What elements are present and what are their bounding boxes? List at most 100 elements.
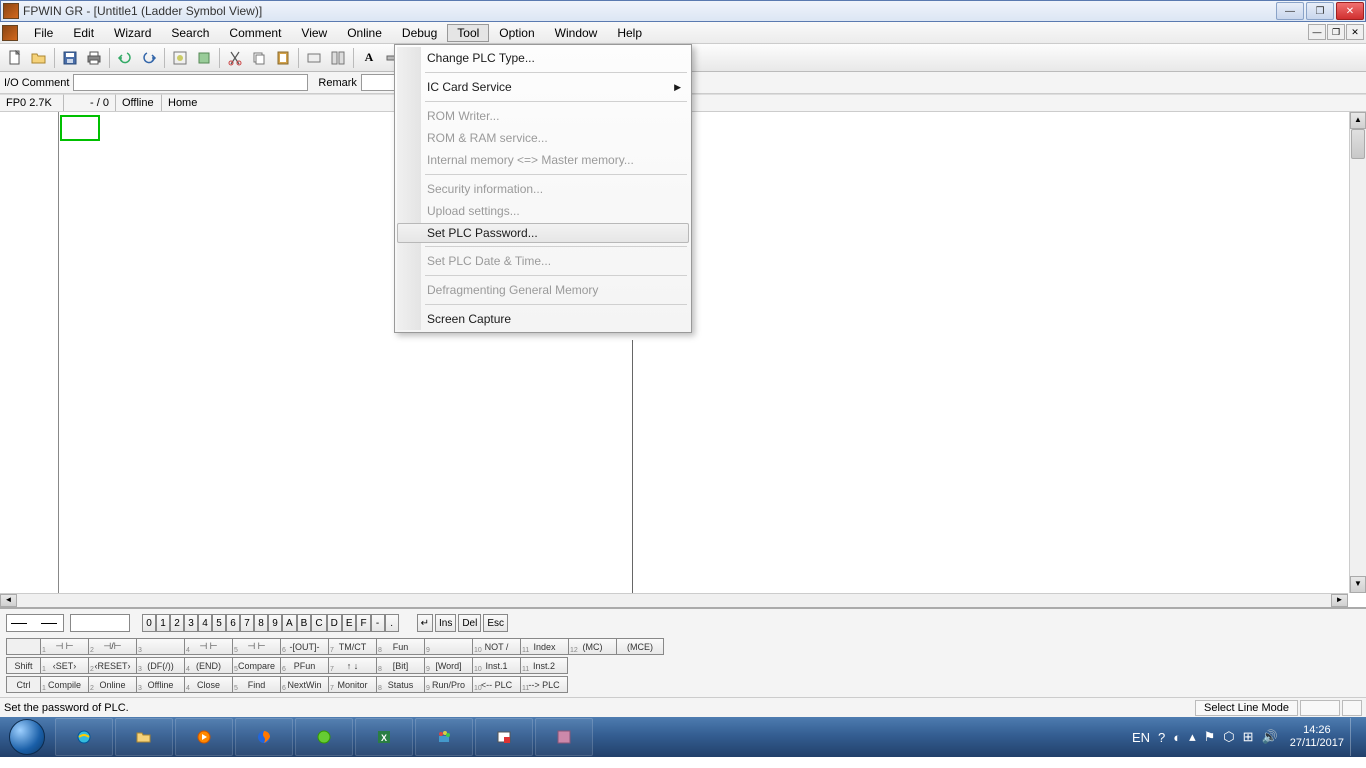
tray-icon-1[interactable]: ◐ xyxy=(1173,730,1181,745)
key-8[interactable]: 8 xyxy=(254,614,268,632)
fkey-cell[interactable]: Monitor7 xyxy=(328,676,376,693)
fkey-cell[interactable]: (DF(/))3 xyxy=(136,657,184,674)
taskbar-wmp[interactable] xyxy=(175,718,233,756)
key-0[interactable]: 0 xyxy=(142,614,156,632)
key-C[interactable]: C xyxy=(311,614,326,632)
fkey-cell[interactable]: ‹SET›1 xyxy=(40,657,88,674)
fkey-cell[interactable]: Find5 xyxy=(232,676,280,693)
fkey-cell[interactable]: (MCE) xyxy=(616,638,664,655)
fkey-cell[interactable]: ⊣ ⊢5 xyxy=(232,638,280,655)
scroll-right-icon[interactable]: ► xyxy=(1331,594,1348,607)
esc-key[interactable]: Esc xyxy=(483,614,508,632)
fkey-cell[interactable]: ⊣/⊢2 xyxy=(88,638,136,655)
menu-file[interactable]: File xyxy=(24,24,63,42)
fkey-cell[interactable]: ⊣ ⊢4 xyxy=(184,638,232,655)
show-desktop-button[interactable] xyxy=(1350,718,1360,756)
scroll-down-icon[interactable]: ▼ xyxy=(1350,576,1366,593)
fkey-cell[interactable]: ↑ ↓7 xyxy=(328,657,376,674)
menu-wizard[interactable]: Wizard xyxy=(104,24,161,42)
key-3[interactable]: 3 xyxy=(184,614,198,632)
fkey-cell[interactable]: TM/CT7 xyxy=(328,638,376,655)
cut-icon[interactable] xyxy=(224,47,246,69)
fkey-cell[interactable]: <-- PLC10 xyxy=(472,676,520,693)
fkey-cell[interactable]: [Word]9 xyxy=(424,657,472,674)
save-icon[interactable] xyxy=(59,47,81,69)
lang-indicator[interactable]: EN xyxy=(1132,730,1150,745)
menu-comment[interactable]: Comment xyxy=(219,24,291,42)
mdi-minimize-button[interactable]: — xyxy=(1308,24,1326,40)
tool-b-icon[interactable] xyxy=(193,47,215,69)
menu-window[interactable]: Window xyxy=(545,24,608,42)
menu-option[interactable]: Option xyxy=(489,24,544,42)
start-button[interactable] xyxy=(0,717,54,757)
fkey-cell[interactable]: -[OUT]-6 xyxy=(280,638,328,655)
scroll-up-icon[interactable]: ▲ xyxy=(1350,112,1366,129)
key-6[interactable]: 6 xyxy=(226,614,240,632)
menu-search[interactable]: Search xyxy=(161,24,219,42)
enter-key[interactable]: ↵ xyxy=(417,614,433,632)
key-F[interactable]: F xyxy=(356,614,370,632)
network-tray-icon[interactable]: ⊞ xyxy=(1243,729,1254,745)
fkey-cell[interactable]: Inst.211 xyxy=(520,657,568,674)
open-icon[interactable] xyxy=(28,47,50,69)
menu-tool[interactable]: Tool xyxy=(447,24,489,42)
fkey-cell[interactable]: Status8 xyxy=(376,676,424,693)
taskbar-fpwin[interactable] xyxy=(535,718,593,756)
mdi-close-button[interactable]: ✕ xyxy=(1346,24,1364,40)
fkey-cell[interactable]: (MC)12 xyxy=(568,638,616,655)
key-.[interactable]: . xyxy=(385,614,399,632)
copy-icon[interactable] xyxy=(248,47,270,69)
tray-icon-2[interactable]: ⬡ xyxy=(1223,729,1234,745)
taskbar-app1[interactable] xyxy=(295,718,353,756)
tool-c-icon[interactable] xyxy=(303,47,325,69)
taskbar-ie[interactable] xyxy=(55,718,113,756)
tool-a-icon[interactable] xyxy=(169,47,191,69)
symbol-input[interactable] xyxy=(70,614,130,632)
fkey-cell[interactable]: Fun8 xyxy=(376,638,424,655)
fkey-cell[interactable]: Compile1 xyxy=(40,676,88,693)
ladder-canvas[interactable] xyxy=(58,112,1348,593)
key-7[interactable]: 7 xyxy=(240,614,254,632)
menu-debug[interactable]: Debug xyxy=(392,24,447,42)
taskbar-explorer[interactable] xyxy=(115,718,173,756)
fkey-cell[interactable]: Online2 xyxy=(88,676,136,693)
maximize-button[interactable]: ❐ xyxy=(1306,2,1334,20)
io-comment-input[interactable] xyxy=(73,74,308,91)
key-2[interactable]: 2 xyxy=(170,614,184,632)
menu-help[interactable]: Help xyxy=(607,24,652,42)
fkey-cell[interactable]: ‹RESET›2 xyxy=(88,657,136,674)
key-A[interactable]: A xyxy=(282,614,297,632)
scroll-left-icon[interactable]: ◄ xyxy=(0,594,17,607)
tool-d-icon[interactable] xyxy=(327,47,349,69)
taskbar-app2[interactable] xyxy=(475,718,533,756)
print-icon[interactable] xyxy=(83,47,105,69)
scroll-thumb[interactable] xyxy=(1351,129,1365,159)
new-icon[interactable] xyxy=(4,47,26,69)
undo-icon[interactable] xyxy=(114,47,136,69)
key-E[interactable]: E xyxy=(342,614,357,632)
key-1[interactable]: 1 xyxy=(156,614,170,632)
taskbar-clock[interactable]: 14:26 27/11/2017 xyxy=(1290,724,1344,750)
text-icon[interactable]: A xyxy=(358,47,380,69)
taskbar-paint[interactable] xyxy=(415,718,473,756)
horizontal-scrollbar[interactable]: ◄ ► xyxy=(0,593,1348,607)
tray-up-icon[interactable]: ▴ xyxy=(1189,729,1196,745)
fkey-cell[interactable]: (END)4 xyxy=(184,657,232,674)
close-button[interactable]: ✕ xyxy=(1336,2,1364,20)
flag-tray-icon[interactable]: ⚑ xyxy=(1204,729,1216,745)
menu-set-plc-password[interactable]: Set PLC Password... xyxy=(397,223,689,243)
fkey-cell[interactable]: Offline3 xyxy=(136,676,184,693)
key-B[interactable]: B xyxy=(297,614,312,632)
menu-edit[interactable]: Edit xyxy=(63,24,104,42)
menu-view[interactable]: View xyxy=(291,24,337,42)
key-4[interactable]: 4 xyxy=(198,614,212,632)
fkey-cell[interactable]: ⊣ ⊢1 xyxy=(40,638,88,655)
redo-icon[interactable] xyxy=(138,47,160,69)
minimize-button[interactable]: — xyxy=(1276,2,1304,20)
fkey-cell[interactable]: NOT /10 xyxy=(472,638,520,655)
key--[interactable]: - xyxy=(371,614,385,632)
fkey-cell[interactable]: Compare5 xyxy=(232,657,280,674)
paste-icon[interactable] xyxy=(272,47,294,69)
key-D[interactable]: D xyxy=(327,614,342,632)
key-9[interactable]: 9 xyxy=(268,614,282,632)
